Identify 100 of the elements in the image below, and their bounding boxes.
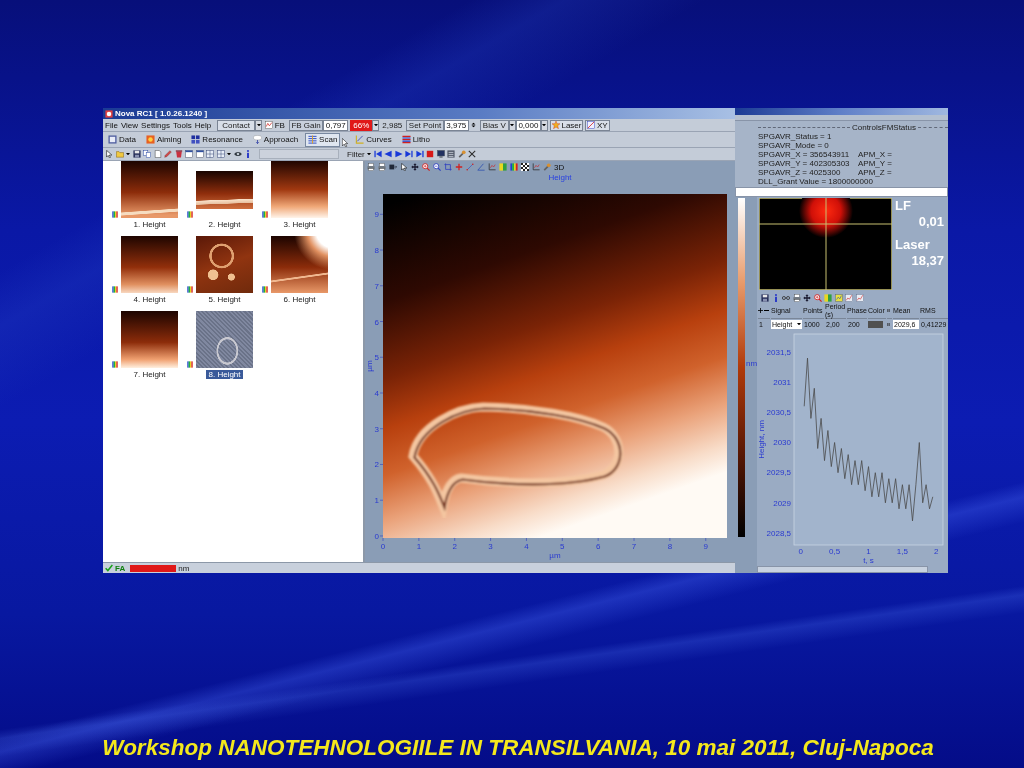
- scan-thumbnail[interactable]: [196, 171, 253, 209]
- dropdown-button[interactable]: [255, 119, 263, 131]
- zoom-out-icon[interactable]: [433, 163, 441, 171]
- menu-item[interactable]: Settings: [141, 120, 170, 130]
- list-icon[interactable]: [447, 150, 456, 158]
- caret-icon: [510, 123, 515, 127]
- y-tick-label: 6: [374, 317, 379, 327]
- chart-icon[interactable]: [845, 293, 853, 302]
- pencil-icon[interactable]: [164, 150, 172, 158]
- fb-button[interactable]: FB: [264, 119, 286, 131]
- thumbnail-label: 1. Height: [132, 220, 167, 229]
- bias-dropdown[interactable]: Bias V: [479, 119, 509, 131]
- thumbnail-label: 3. Height: [282, 220, 317, 229]
- xy-button[interactable]: XY: [585, 119, 610, 131]
- printer-icon[interactable]: [378, 163, 386, 171]
- slide-caption: Workshop NANOTEHNOLOGIILE IN TRANSILVANIA, 10 mai 2011, Cluj-Napoca: [102, 735, 934, 760]
- color-bar-icon[interactable]: [510, 163, 518, 171]
- play-icon[interactable]: [394, 150, 403, 158]
- printer-icon[interactable]: [367, 163, 375, 171]
- window-icon[interactable]: [195, 150, 204, 158]
- fb-gain-label: FB Gain: [288, 119, 324, 131]
- caret-icon[interactable]: [367, 152, 372, 156]
- graph-icon: [265, 121, 274, 129]
- scan-thumbnail[interactable]: [121, 236, 178, 293]
- status-line: SPGAVR_Mode = 0: [758, 141, 830, 150]
- menu-item[interactable]: Help: [194, 120, 212, 130]
- square-arrow-icon[interactable]: [389, 163, 397, 171]
- mode-button[interactable]: Data: [105, 132, 139, 147]
- document-icon[interactable]: [153, 150, 162, 158]
- checkerboard-icon[interactable]: [521, 163, 529, 171]
- scan-thumbnail[interactable]: [196, 236, 253, 293]
- pause-icon: [887, 308, 890, 313]
- skip-forward-icon[interactable]: [405, 150, 414, 158]
- status-line: APM_X =: [858, 150, 892, 159]
- zoom-in-icon[interactable]: [813, 293, 822, 302]
- color-swatch-icon[interactable]: [868, 320, 883, 328]
- x-tick-label: 0: [798, 547, 803, 556]
- info-icon[interactable]: [244, 150, 252, 158]
- scan-thumbnail[interactable]: [121, 311, 178, 368]
- printer-icon[interactable]: [792, 293, 801, 302]
- zoom-in-icon[interactable]: [422, 163, 430, 171]
- 3d-view-button[interactable]: 3D: [554, 162, 565, 172]
- laser-button[interactable]: Laser: [549, 119, 584, 131]
- window-icon[interactable]: [185, 150, 193, 158]
- chart-icon[interactable]: [834, 293, 843, 302]
- scan-thumbnail[interactable]: [271, 236, 328, 293]
- mode-dropdown[interactable]: Contact: [217, 119, 256, 131]
- eye-icon[interactable]: [233, 150, 242, 158]
- window-title: Nova RC1 [ 1.0.26.1240 ]: [115, 108, 208, 119]
- mode-button[interactable]: Approach: [249, 132, 302, 147]
- wand-icon[interactable]: [457, 150, 466, 158]
- set-point-field[interactable]: 3,975: [443, 119, 469, 131]
- caret-icon[interactable]: [227, 152, 231, 156]
- scan-thumbnail[interactable]: [121, 161, 178, 218]
- move-icon[interactable]: [803, 293, 811, 302]
- scrollbar[interactable]: [757, 566, 928, 573]
- mode-button[interactable]: Scan: [305, 132, 341, 147]
- move-icon[interactable]: [411, 163, 419, 171]
- crop-icon[interactable]: [444, 163, 452, 171]
- glasses-icon[interactable]: [782, 293, 790, 302]
- chart-icon[interactable]: [855, 293, 864, 302]
- y-tick-label: 4: [374, 389, 379, 398]
- trash-icon[interactable]: [174, 150, 183, 158]
- color-bar-icon: [112, 211, 118, 218]
- caret-icon[interactable]: [126, 152, 130, 156]
- x-axis-label: µm: [549, 551, 561, 560]
- squares-icon: [191, 135, 201, 144]
- fb-gain-field[interactable]: 0,797: [323, 119, 349, 131]
- dropdown-button[interactable]: [540, 119, 548, 131]
- minus-icon[interactable]: [764, 308, 769, 313]
- dropdown-button[interactable]: [508, 119, 516, 131]
- bias-field[interactable]: 0,000: [515, 119, 541, 131]
- plus-icon[interactable]: [758, 308, 763, 313]
- pause-icon[interactable]: [887, 321, 890, 327]
- x-axis-label: t, s: [863, 556, 874, 565]
- mode-button[interactable]: Resonance: [188, 132, 246, 147]
- pointer-icon[interactable]: [400, 163, 408, 171]
- menu-item[interactable]: Tools: [173, 120, 192, 130]
- scan-thumbnail[interactable]: [271, 161, 328, 218]
- scan-thumbnail[interactable]: [196, 311, 253, 368]
- app-icon: [105, 109, 113, 118]
- y-tick-label: 2030,5: [766, 408, 791, 418]
- copy-icon[interactable]: [143, 150, 151, 158]
- grid-icon[interactable]: [206, 150, 214, 158]
- menu-item[interactable]: View: [120, 120, 139, 130]
- monitor-icon[interactable]: [436, 150, 445, 158]
- status-indicator: 66%: [350, 119, 373, 131]
- status-line: SPGAVR_Z = 4025300: [758, 168, 842, 177]
- thumbnail-label: 5. Height: [207, 295, 242, 304]
- mode-button[interactable]: Curves: [352, 132, 395, 147]
- dropdown-button[interactable]: [372, 119, 380, 131]
- close-icon[interactable]: [468, 150, 477, 158]
- mode-button[interactable]: Litho: [398, 132, 434, 147]
- pointer-icon[interactable]: [105, 150, 113, 158]
- skip-back-icon[interactable]: [373, 150, 382, 158]
- back-icon[interactable]: [384, 150, 393, 158]
- caret-icon: [797, 322, 801, 326]
- menu-item[interactable]: File: [105, 120, 118, 130]
- skip-forward-icon[interactable]: [415, 150, 424, 158]
- mode-button[interactable]: Aiming: [142, 132, 185, 147]
